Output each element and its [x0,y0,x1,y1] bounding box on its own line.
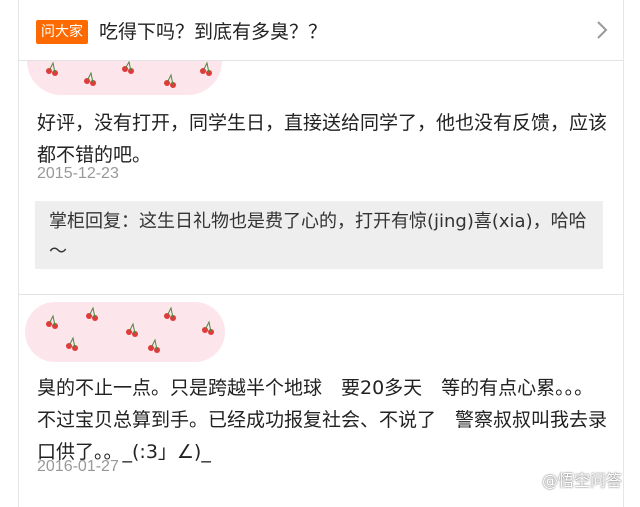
review-date: 2016-01-27 [37,458,119,475]
review-date: 2015-12-23 [37,165,119,182]
avatar-cherry-pattern [27,61,222,95]
watermark: @悟空问答 [520,467,622,491]
seller-reply: 掌柜回复：这生日礼物也是费了心的，打开有惊(jing)喜(xia)，哈哈～ [35,201,603,269]
question-title: 吃得下吗？到底有多臭？？ [99,21,328,43]
ask-everyone-tag: 问大家 [36,20,88,44]
watermark-text: @悟空问答 [541,471,622,490]
review-item: 好评，没有打开，同学生日，直接送给同学了，他也没有反馈，应该都不错的吧。 201… [19,61,623,295]
chevron-right-icon[interactable] [595,18,609,42]
question-header[interactable]: 问大家 吃得下吗？到底有多臭？？ [19,0,623,61]
wukong-logo-icon [520,472,538,490]
qa-card: 问大家 吃得下吗？到底有多臭？？ 好评，没有打开，同学生日，直接送给同学了，他也… [18,0,624,507]
review-text: 好评，没有打开，同学生日，直接送给同学了，他也没有反馈，应该都不错的吧。 [37,112,608,166]
review-text: 臭的不止一点。只是跨越半个地球 要20多天 等的有点心累。。。不过宝贝总算到手。… [37,377,608,463]
avatar-cherry-pattern [25,302,225,362]
